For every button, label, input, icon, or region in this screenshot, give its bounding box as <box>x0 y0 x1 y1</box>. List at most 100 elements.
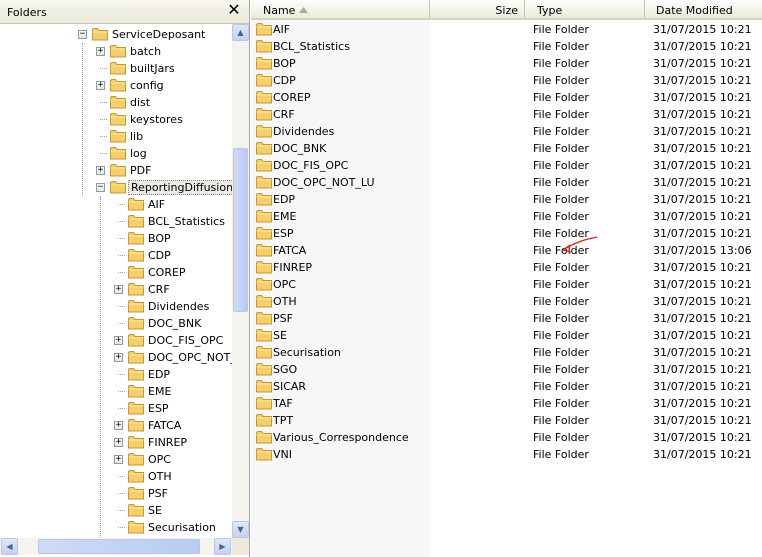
file-row[interactable]: Dividendes File Folder 31/07/2015 10:21 <box>251 123 762 140</box>
tree-item-label: BCL_Statistics <box>148 215 225 228</box>
file-row[interactable]: FINREP File Folder 31/07/2015 10:21 <box>251 259 762 276</box>
tree-item[interactable]: BCL_Statistics <box>0 213 232 230</box>
scroll-up-button[interactable]: ▲ <box>232 24 249 41</box>
scroll-left-button[interactable]: ◀ <box>1 538 18 555</box>
tree-item[interactable]: DOC_BNK <box>0 315 232 332</box>
tree-item[interactable]: BOP <box>0 230 232 247</box>
file-row[interactable]: EME File Folder 31/07/2015 10:21 <box>251 208 762 225</box>
expand-icon[interactable]: + <box>114 353 123 362</box>
tree-item[interactable]: PSF <box>0 485 232 502</box>
tree-item[interactable]: − ServiceDeposant <box>0 26 232 43</box>
file-row[interactable]: AIF File Folder 31/07/2015 10:21 <box>251 21 762 38</box>
tree-item[interactable]: builtJars <box>0 60 232 77</box>
tree-item[interactable]: keystores <box>0 111 232 128</box>
tree-item[interactable]: lib <box>0 128 232 145</box>
scroll-right-button[interactable]: ▶ <box>214 538 231 555</box>
folder-tree-vertical-scrollbar[interactable]: ▲ ▼ <box>232 24 249 538</box>
tree-item-label: SE <box>148 504 162 517</box>
expand-icon[interactable]: + <box>114 438 123 447</box>
expand-icon[interactable]: + <box>96 166 105 175</box>
file-type: File Folder <box>533 329 589 342</box>
tree-item[interactable]: + DOC_FIS_OPC <box>0 332 232 349</box>
tree-item[interactable]: SE <box>0 502 232 519</box>
tree-item[interactable]: log <box>0 145 232 162</box>
file-row[interactable]: COREP File Folder 31/07/2015 10:21 <box>251 89 762 106</box>
tree-item[interactable]: + DOC_OPC_NOT_ <box>0 349 232 366</box>
file-row[interactable]: TAF File Folder 31/07/2015 10:21 <box>251 395 762 412</box>
tree-connector <box>118 255 125 256</box>
tree-item[interactable]: + batch <box>0 43 232 60</box>
file-type: File Folder <box>533 261 589 274</box>
file-type: File Folder <box>533 346 589 359</box>
tree-item[interactable]: + OPC <box>0 451 232 468</box>
tree-connector <box>118 272 125 273</box>
file-row[interactable]: VNI File Folder 31/07/2015 10:21 <box>251 446 762 463</box>
tree-item[interactable]: + CRF <box>0 281 232 298</box>
file-row[interactable]: ESP File Folder 31/07/2015 10:21 <box>251 225 762 242</box>
file-type: File Folder <box>533 40 589 53</box>
tree-item[interactable]: + FATCA <box>0 417 232 434</box>
scroll-thumb[interactable] <box>233 148 248 312</box>
file-date-modified: 31/07/2015 10:21 <box>653 397 752 410</box>
file-name: FINREP <box>273 261 313 274</box>
tree-item[interactable]: Securisation <box>0 519 232 536</box>
tree-item-label: PSF <box>148 487 168 500</box>
scroll-down-button[interactable]: ▼ <box>232 521 249 538</box>
folder-icon <box>256 107 272 121</box>
tree-item[interactable]: EME <box>0 383 232 400</box>
file-row[interactable]: CRF File Folder 31/07/2015 10:21 <box>251 106 762 123</box>
tree-item[interactable]: dist <box>0 94 232 111</box>
file-type: File Folder <box>533 23 589 36</box>
folder-icon <box>128 503 144 517</box>
tree-item[interactable]: + FINREP <box>0 434 232 451</box>
file-row[interactable]: Various_Correspondence File Folder 31/07/2… <box>251 429 762 446</box>
file-row[interactable]: SICAR File Folder 31/07/2015 10:21 <box>251 378 762 395</box>
red-arrow-annotation <box>561 236 598 253</box>
tree-item[interactable]: CDP <box>0 247 232 264</box>
file-row[interactable]: TPT File Folder 31/07/2015 10:21 <box>251 412 762 429</box>
file-row[interactable]: SE File Folder 31/07/2015 10:21 <box>251 327 762 344</box>
file-row[interactable]: BOP File Folder 31/07/2015 10:21 <box>251 55 762 72</box>
column-header-date-modified[interactable]: Date Modified <box>645 0 762 20</box>
tree-item[interactable]: + config <box>0 77 232 94</box>
tree-item[interactable]: AIF <box>0 196 232 213</box>
tree-item[interactable]: EDP <box>0 366 232 383</box>
expand-icon[interactable]: + <box>114 285 123 294</box>
file-row[interactable]: FATCA File Folder 31/07/2015 13:06 <box>251 242 762 259</box>
file-row[interactable]: PSF File Folder 31/07/2015 10:21 <box>251 310 762 327</box>
column-header-type[interactable]: Type <box>525 0 645 20</box>
file-row[interactable]: DOC_OPC_NOT_LU File Folder 31/07/2015 10:2… <box>251 174 762 191</box>
expand-icon[interactable]: + <box>114 421 123 430</box>
tree-item[interactable]: COREP <box>0 264 232 281</box>
column-header-name[interactable]: Name <box>251 0 430 20</box>
file-row[interactable]: BCL_Statistics File Folder 31/07/2015 10:2… <box>251 38 762 55</box>
expand-icon[interactable]: + <box>96 47 105 56</box>
file-row[interactable]: OPC File Folder 31/07/2015 10:21 <box>251 276 762 293</box>
file-row[interactable]: Securisation File Folder 31/07/2015 10:21 <box>251 344 762 361</box>
file-row[interactable]: DOC_BNK File Folder 31/07/2015 10:21 <box>251 140 762 157</box>
file-date-modified: 31/07/2015 10:21 <box>653 261 752 274</box>
tree-item[interactable]: ESP <box>0 400 232 417</box>
tree-item[interactable]: − ReportingDiffusion <box>0 179 232 196</box>
folders-pane-header: Folders ✕ <box>0 0 249 24</box>
folder-tree-horizontal-scrollbar[interactable]: ◀ ▶ <box>0 538 232 555</box>
close-icon[interactable]: ✕ <box>226 2 242 18</box>
file-row[interactable]: OTH File Folder 31/07/2015 10:21 <box>251 293 762 310</box>
file-row[interactable]: DOC_FIS_OPC File Folder 31/07/2015 10:21 <box>251 157 762 174</box>
expand-icon[interactable]: + <box>114 336 123 345</box>
sort-ascending-icon <box>299 7 308 13</box>
tree-item[interactable]: OTH <box>0 468 232 485</box>
collapse-icon[interactable]: − <box>78 30 87 39</box>
horizontal-scroll-thumb[interactable] <box>38 539 200 554</box>
file-row[interactable]: CDP File Folder 31/07/2015 10:21 <box>251 72 762 89</box>
expand-icon[interactable]: + <box>114 455 123 464</box>
tree-item[interactable]: + PDF <box>0 162 232 179</box>
column-header-size[interactable]: Size <box>430 0 525 20</box>
file-row[interactable]: SGO File Folder 31/07/2015 10:21 <box>251 361 762 378</box>
file-row[interactable]: EDP File Folder 31/07/2015 10:21 <box>251 191 762 208</box>
collapse-icon[interactable]: − <box>96 183 105 192</box>
tree-item[interactable]: Dividendes <box>0 298 232 315</box>
tree-connector <box>118 323 125 324</box>
file-name: DOC_OPC_NOT_LU <box>273 176 375 189</box>
expand-icon[interactable]: + <box>96 81 105 90</box>
